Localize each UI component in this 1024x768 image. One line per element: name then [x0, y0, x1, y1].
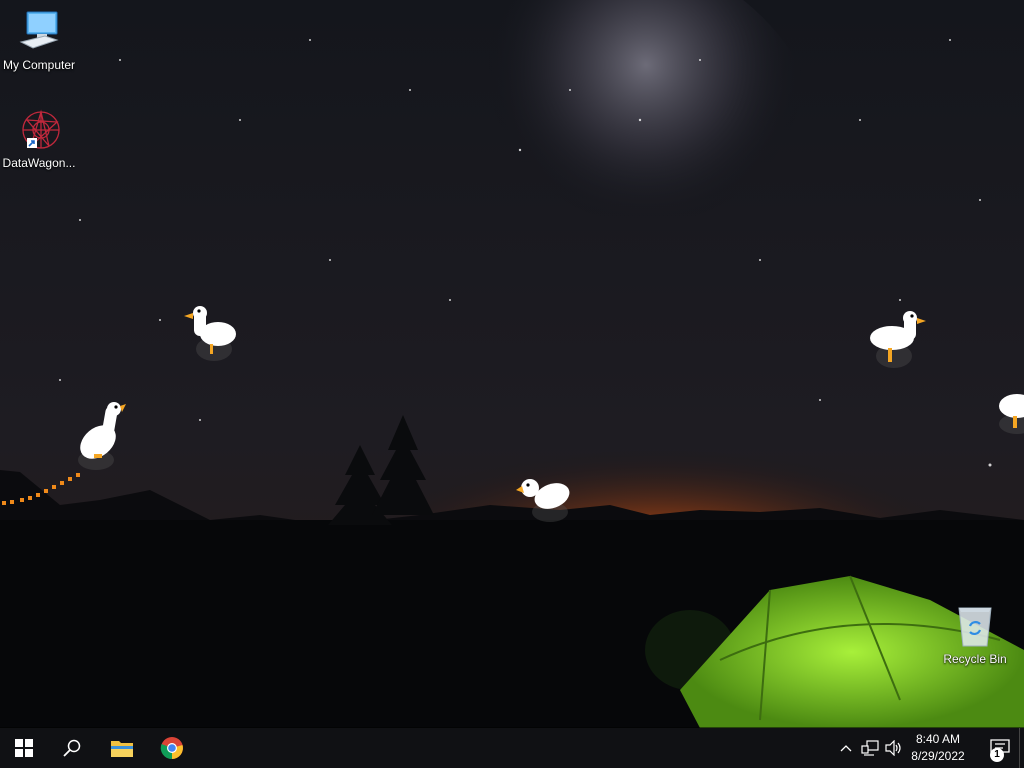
goose-sprite[interactable]: [999, 380, 1024, 436]
desktop-icon-recycle-bin[interactable]: Recycle Bin: [937, 602, 1013, 666]
notification-count-badge: 1: [990, 748, 1004, 762]
desktop-icon-label: My Computer: [2, 58, 76, 72]
show-hidden-icons-button[interactable]: [836, 738, 856, 758]
taskbar-file-explorer[interactable]: [98, 728, 146, 768]
goose-sprite[interactable]: [516, 474, 576, 526]
taskbar-clock[interactable]: 8:40 AM 8/29/2022: [904, 731, 972, 765]
computer-icon: [15, 8, 63, 56]
search-button[interactable]: [48, 728, 96, 768]
goose-footprints: [2, 473, 80, 505]
datawagon-shortcut-icon: [15, 106, 63, 154]
volume-icon: [885, 740, 901, 756]
desktop-icon-datawagon[interactable]: DataWagon...: [1, 106, 77, 170]
clock-date: 8/29/2022: [911, 749, 965, 763]
desktop-icon-label: Recycle Bin: [943, 652, 1007, 666]
clock-time: 8:40 AM: [915, 732, 961, 746]
network-icon: [861, 740, 879, 756]
chrome-icon: [160, 737, 183, 760]
desktop-icon-label: DataWagon...: [2, 156, 76, 170]
goose-sprite[interactable]: [74, 400, 128, 474]
search-icon: [63, 739, 81, 757]
windows-start-icon: [15, 739, 33, 757]
chevron-up-icon: [840, 745, 852, 752]
file-explorer-icon: [111, 741, 133, 757]
goose-sprite[interactable]: [866, 308, 928, 370]
desktop-icon-my-computer[interactable]: My Computer: [1, 8, 77, 72]
taskbar-chrome[interactable]: [148, 728, 196, 768]
network-tray-button[interactable]: [860, 738, 880, 758]
taskbar: 8:40 AM 8/29/2022 1: [0, 728, 1024, 768]
volume-tray-button[interactable]: [884, 738, 904, 758]
show-desktop-button[interactable]: [1019, 728, 1024, 768]
recycle-bin-icon: [951, 602, 999, 650]
goose-sprite[interactable]: [180, 304, 240, 366]
start-button[interactable]: [0, 728, 48, 768]
